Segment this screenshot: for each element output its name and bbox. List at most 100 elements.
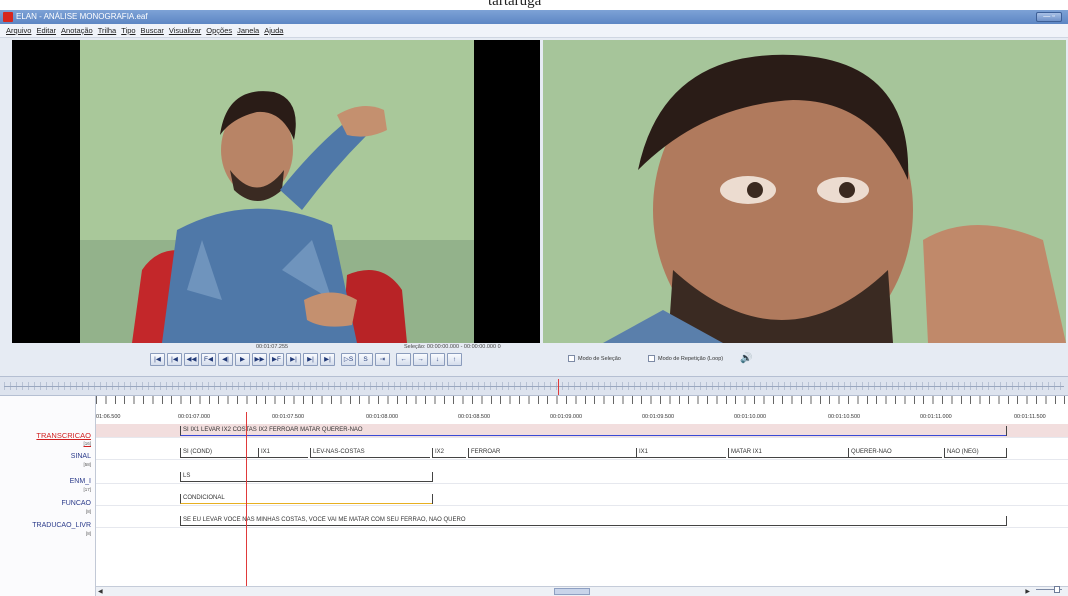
clear-selection-button[interactable]: S	[358, 353, 373, 366]
go-to-end-button[interactable]: ▶|	[320, 353, 335, 366]
tick-label: 00:01:07.000	[178, 414, 211, 420]
selection-mode-checkbox[interactable]: Modo de Seleção	[568, 355, 621, 362]
annotation[interactable]: IX1	[636, 448, 726, 458]
tick-label: 01:06.500	[96, 414, 121, 420]
elan-window: tartaruga ELAN - ANÁLISE MONOGRAFIA.eaf …	[0, 0, 1068, 596]
annotation[interactable]: IX2	[432, 448, 466, 458]
tier-enm-label: ENM_I	[69, 478, 91, 485]
tier-funcao-label: FUNCAO	[61, 500, 91, 507]
tick-label: 00:01:08.500	[458, 414, 491, 420]
menu-opcoes[interactable]: Opções	[206, 24, 237, 37]
go-to-begin-button[interactable]: |◀	[150, 353, 165, 366]
tick-label: 00:01:07.500	[272, 414, 305, 420]
menu-ajuda[interactable]: Ajuda	[264, 24, 288, 37]
overview-playhead[interactable]	[558, 379, 559, 395]
annotation[interactable]: NÃO (NEG)	[944, 448, 1006, 458]
selection-boundary-button[interactable]: ⇥	[375, 353, 390, 366]
next-second-button[interactable]: ▶|	[286, 353, 301, 366]
menu-trilha[interactable]: Trilha	[98, 24, 121, 37]
zoom-slider-knob[interactable]	[1054, 586, 1060, 593]
row-transcricao: SI IX1 LEVAR IX2 COSTAS IX2 FERROAR MATA…	[96, 424, 1068, 438]
menu-arquivo[interactable]: Arquivo	[6, 24, 36, 37]
tick-label: 00:01:11.000	[920, 414, 952, 420]
next-scroll-button[interactable]: ▶|	[303, 353, 318, 366]
video-player-left[interactable]	[12, 40, 540, 343]
title-bar: ELAN - ANÁLISE MONOGRAFIA.eaf — ▫	[0, 10, 1068, 24]
nav-up-button[interactable]: ↑	[447, 353, 462, 366]
play-button[interactable]: ▶	[235, 353, 250, 366]
scroll-right-icon[interactable]: ▶	[1025, 588, 1030, 595]
tick-label: 00:01:11.500	[1014, 414, 1046, 420]
tier-enm[interactable]: ENM_I [17]	[70, 478, 91, 494]
nav-right-button[interactable]: →	[413, 353, 428, 366]
ruler-ticks	[96, 396, 1068, 404]
annotation[interactable]: QUERER-NÃO	[848, 448, 942, 458]
menu-visualizar[interactable]: Visualizar	[169, 24, 206, 37]
zoom-slider[interactable]	[1036, 586, 1062, 594]
loop-mode-checkbox[interactable]: Modo de Repetição (Loop)	[648, 355, 723, 362]
tick-label: 00:01:09.000	[550, 414, 583, 420]
current-time: 00:01:07.255	[256, 344, 289, 350]
speaker-icon[interactable]: 🔊	[740, 353, 752, 364]
tier-sinal-label: SINAL	[70, 453, 91, 460]
annotation[interactable]: LS	[180, 472, 432, 482]
player-controls: 00:01:07.255 Seleção: 00:00:00.000 - 00:…	[0, 344, 1068, 374]
tier-traducao[interactable]: TRADUCAO_LIVR [8]	[32, 522, 91, 538]
scroll-thumb[interactable]	[554, 588, 590, 595]
tier-traducao-count: [8]	[85, 531, 91, 536]
loop-mode-box[interactable]	[648, 355, 655, 362]
annotation[interactable]: IX1	[258, 448, 308, 458]
elan-icon	[3, 12, 13, 22]
menu-editar[interactable]: Editar	[36, 24, 61, 37]
play-selection-button[interactable]: ▷S	[341, 353, 356, 366]
annotation[interactable]: MATAR IX1	[728, 448, 848, 458]
tier-traducao-label: TRADUCAO_LIVR	[32, 522, 91, 529]
caption: tartaruga	[0, 0, 1068, 10]
row-funcao: CONDICIONAL	[96, 492, 1068, 506]
video-frame-left	[12, 40, 540, 343]
menu-janela[interactable]: Janela	[237, 24, 264, 37]
tier-transcricao-count: [16]	[83, 441, 91, 446]
nav-down-button[interactable]: ↓	[430, 353, 445, 366]
previous-pixel-button[interactable]: ◀|	[218, 353, 233, 366]
selection-mode-label: Modo de Seleção	[578, 355, 621, 362]
window-controls[interactable]: — ▫	[1036, 12, 1062, 22]
annotation[interactable]: CONDICIONAL	[180, 494, 432, 504]
horizontal-scrollbar[interactable]: ◀ ▶	[96, 586, 1068, 596]
annotation[interactable]: SE EU LEVAR VOCÊ NAS MINHAS COSTAS, VOCÊ…	[180, 516, 1006, 526]
row-enm: LS	[96, 470, 1068, 484]
annotation[interactable]: FERROAR	[468, 448, 636, 458]
annotation-end	[432, 472, 433, 482]
tier-transcricao-label: TRANSCRICAO	[36, 431, 91, 440]
previous-second-button[interactable]: ◀◀	[184, 353, 199, 366]
selection-mode-box[interactable]	[568, 355, 575, 362]
tick-label: 00:01:09.500	[642, 414, 675, 420]
previous-frame-button[interactable]: F◀	[201, 353, 216, 366]
annotation[interactable]: SI IX1 LEVAR IX2 COSTAS IX2 FERROAR MATA…	[180, 426, 1006, 436]
annotation-viewer: TRANSCRICAO [16] SINAL [58] ENM_I [17] F…	[0, 396, 1068, 596]
row-sinal: SI (COND) IX1 LEV-NAS-COSTAS IX2 FERROAR…	[96, 446, 1068, 460]
tier-funcao-count: [8]	[85, 509, 91, 514]
next-frame-button[interactable]: ▶F	[269, 353, 284, 366]
menu-anotacao[interactable]: Anotação	[61, 24, 98, 37]
annotation-end	[1006, 448, 1007, 458]
playhead[interactable]	[246, 412, 247, 592]
menu-buscar[interactable]: Buscar	[141, 24, 169, 37]
annotation[interactable]: LEV-NAS-COSTAS	[310, 448, 430, 458]
row-traducao: SE EU LEVAR VOCÊ NAS MINHAS COSTAS, VOCÊ…	[96, 514, 1068, 528]
tier-sinal[interactable]: SINAL [58]	[71, 453, 91, 469]
scroll-left-icon[interactable]: ◀	[98, 588, 103, 595]
timeline-overview[interactable]	[0, 376, 1068, 396]
time-ruler[interactable]: 01:06.500 00:01:07.000 00:01:07.500 00:0…	[96, 396, 1068, 424]
tier-funcao[interactable]: FUNCAO [8]	[61, 500, 91, 516]
menu-tipo[interactable]: Tipo	[121, 24, 140, 37]
previous-scroll-button[interactable]: |◀	[167, 353, 182, 366]
tier-transcricao[interactable]: TRANSCRICAO [16]	[36, 432, 91, 448]
tick-label: 00:01:10.500	[828, 414, 861, 420]
nav-left-button[interactable]: ←	[396, 353, 411, 366]
loop-mode-label: Modo de Repetição (Loop)	[658, 355, 724, 362]
tick-label: 00:01:08.000	[366, 414, 399, 420]
video-frame-right	[543, 40, 1066, 343]
video-player-right[interactable]	[543, 40, 1066, 343]
next-pixel-button[interactable]: ▶▶	[252, 353, 267, 366]
